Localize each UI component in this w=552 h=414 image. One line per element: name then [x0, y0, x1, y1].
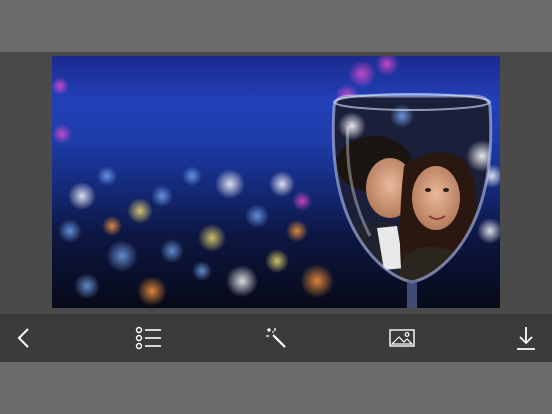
image-icon	[389, 329, 415, 347]
bottom-toolbar	[0, 314, 552, 362]
top-bar	[0, 0, 552, 52]
bottom-bar	[0, 362, 552, 414]
list-icon	[135, 326, 161, 350]
magic-wand-icon	[266, 328, 286, 348]
frames-list-button[interactable]	[131, 320, 167, 356]
chevron-left-icon	[17, 328, 29, 348]
editor-canvas	[0, 52, 552, 314]
back-button[interactable]	[6, 320, 42, 356]
wine-glass-frame	[331, 93, 493, 308]
photo-image	[52, 56, 500, 308]
download-button[interactable]	[508, 320, 544, 356]
gallery-button[interactable]	[384, 320, 420, 356]
download-icon	[517, 327, 535, 350]
photo-frame-preview[interactable]	[52, 56, 500, 308]
effects-button[interactable]	[258, 320, 294, 356]
